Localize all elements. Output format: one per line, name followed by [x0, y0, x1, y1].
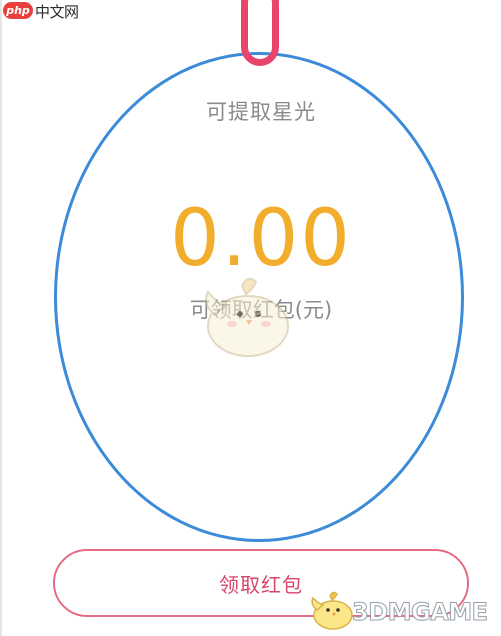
- php-site-name: 中文网: [35, 3, 79, 21]
- withdrawable-stars-label: 可提取星光: [206, 100, 316, 124]
- annotation-ring: [241, 0, 279, 66]
- chick-mascot-icon: [205, 277, 289, 357]
- php-watermark-logo: php 中文网: [0, 0, 86, 22]
- 3dmgame-watermark: 3DMGAME: [352, 598, 489, 627]
- chick-mascot-icon: [311, 591, 353, 630]
- php-badge: php: [3, 2, 33, 19]
